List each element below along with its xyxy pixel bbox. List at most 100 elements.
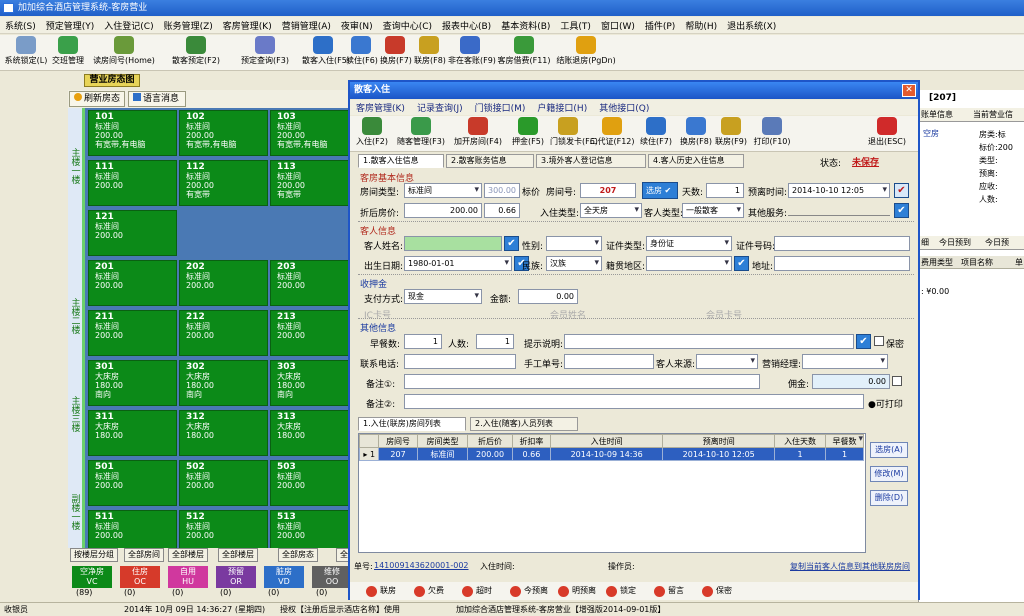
- gender-select[interactable]: [546, 236, 602, 251]
- room-tile[interactable]: 502 标准间 200.00: [179, 460, 268, 506]
- menu-item-11[interactable]: 窗口(W): [596, 17, 640, 34]
- room-tile[interactable]: 113 标准间 200.00 有宽带: [270, 160, 348, 206]
- voice-message-button[interactable]: 语言消息: [128, 91, 186, 107]
- room-tile[interactable]: 303 大床房 180.00 南向: [270, 360, 348, 406]
- remark2-input[interactable]: [404, 394, 864, 409]
- menu-item-3[interactable]: 账务管理(Z): [159, 17, 218, 34]
- room-tile[interactable]: 102 标准间 200.00 有宽带,有电脑: [179, 110, 268, 156]
- menu-item-4[interactable]: 客房管理(K): [218, 17, 277, 34]
- room-no-field[interactable]: 207: [580, 183, 636, 198]
- menu-item-6[interactable]: 夜审(N): [336, 17, 378, 34]
- refresh-room-status-button[interactable]: 刷新房态: [69, 91, 125, 107]
- modify-button[interactable]: 修改(M): [870, 466, 908, 482]
- amount-input[interactable]: 0.00: [518, 289, 578, 304]
- guest-type-select[interactable]: 一般散客: [682, 203, 744, 218]
- legend-item[interactable]: 自用 HU: [168, 566, 208, 588]
- menu-item-8[interactable]: 报表中心(B): [437, 17, 496, 34]
- menu-item-2[interactable]: 入住登记(C): [99, 17, 158, 34]
- toolbar-button-8[interactable]: 联房(F8): [414, 36, 446, 70]
- room-tile[interactable]: 312 大床房 180.00: [179, 410, 268, 456]
- room-tile[interactable]: 211 标准间 200.00: [88, 310, 177, 356]
- delete-button[interactable]: 删除(D): [870, 490, 908, 506]
- bottom-flag-3[interactable]: 今预离: [510, 584, 548, 598]
- dialog-toolbar-button-0[interactable]: 入住(F2): [352, 117, 392, 151]
- room-tile[interactable]: 212 标准间 200.00: [179, 310, 268, 356]
- room-tile[interactable]: 313 大床房 180.00: [270, 410, 348, 456]
- toolbar-button-9[interactable]: 非在客账(F9): [448, 36, 496, 70]
- room-tile[interactable]: 201 标准间 200.00: [88, 260, 177, 306]
- room-tile[interactable]: 501 标准间 200.00: [88, 460, 177, 506]
- list-tab-1[interactable]: 2.入住(随客)人员列表: [470, 417, 578, 431]
- discount-rate-field[interactable]: 0.66: [484, 203, 520, 218]
- select-room-button[interactable]: 选房 ✔: [642, 182, 678, 199]
- dialog-toolbar-button-2[interactable]: 加开房间(F4): [450, 117, 506, 151]
- dialog-close-button[interactable]: ✕: [902, 84, 916, 97]
- other-service-button[interactable]: ✔: [894, 203, 909, 218]
- dialog-menu-item-3[interactable]: 户籍接口(H): [531, 100, 593, 115]
- dialog-toolbar-button-10[interactable]: 退出(ESC): [862, 117, 912, 151]
- room-tile[interactable]: 503 标准间 200.00: [270, 460, 348, 506]
- discount-price-field[interactable]: 200.00: [404, 203, 482, 218]
- breakfast-stepper[interactable]: 1: [404, 334, 442, 349]
- dialog-toolbar-button-1[interactable]: 随客管理(F3): [394, 117, 448, 151]
- legend-item[interactable]: 预留 OR: [216, 566, 256, 588]
- commission-input[interactable]: 0.00: [812, 374, 890, 389]
- dialog-toolbar-button-8[interactable]: 联房(F9): [714, 117, 748, 151]
- copy-guest-link[interactable]: 复制当前客人信息到其他联房房间: [790, 561, 910, 572]
- tips-button[interactable]: ✔: [856, 334, 871, 349]
- toolbar-button-10[interactable]: 客房借费(F11): [496, 36, 552, 70]
- toolbar-button-0[interactable]: 系统锁定(L): [4, 36, 48, 70]
- commission-checkbox[interactable]: [892, 376, 902, 386]
- sales-manager-select[interactable]: [802, 354, 888, 369]
- toolbar-button-6[interactable]: 续住(F6): [346, 36, 378, 70]
- toolbar-button-3[interactable]: 散客预定(F2): [164, 36, 228, 70]
- room-tile[interactable]: 511 标准间 200.00: [88, 510, 177, 548]
- toolbar-button-1[interactable]: 交班管理: [48, 36, 88, 70]
- payment-method-select[interactable]: 现金: [404, 289, 482, 304]
- room-tile[interactable]: 121 标准间 200.00: [88, 210, 177, 256]
- toolbar-button-4[interactable]: 预定查询(F3): [232, 36, 298, 70]
- room-tile[interactable]: 202 标准间 200.00: [179, 260, 268, 306]
- address-input[interactable]: [774, 256, 910, 271]
- toolbar-button-2[interactable]: 读房间号(Home): [90, 36, 158, 70]
- room-grid-tab-0[interactable]: 按楼层分组: [70, 548, 118, 562]
- bottom-flag-7[interactable]: 保密: [702, 584, 732, 598]
- bottom-flag-6[interactable]: 留言: [654, 584, 684, 598]
- dialog-menu-item-1[interactable]: 记录查询(J): [411, 100, 469, 115]
- room-grid-tab-4[interactable]: 全部房态: [278, 548, 318, 562]
- tips-input[interactable]: [564, 334, 854, 349]
- origin-button[interactable]: ✔: [734, 256, 749, 271]
- menu-item-10[interactable]: 工具(T): [555, 17, 596, 34]
- id-type-select[interactable]: 身份证: [646, 236, 732, 251]
- bottom-flag-2[interactable]: 超时: [462, 584, 492, 598]
- dialog-tab-0[interactable]: 1.散客入住信息: [358, 154, 444, 168]
- room-tile[interactable]: 103 标准间 200.00 有宽带,有电脑: [270, 110, 348, 156]
- guest-source-select[interactable]: [696, 354, 758, 369]
- tab-today-arrival[interactable]: 今日预到: [939, 237, 971, 248]
- leave-time-field[interactable]: 2014-10-10 12:05: [788, 183, 890, 198]
- room-tile[interactable]: 311 大床房 180.00: [88, 410, 177, 456]
- origin-select[interactable]: [646, 256, 732, 271]
- legend-item[interactable]: 住房 OC: [120, 566, 160, 588]
- checkin-type-select[interactable]: 全天房: [580, 203, 642, 218]
- legend-item[interactable]: 维修 OO: [312, 566, 352, 588]
- menu-item-13[interactable]: 帮助(H): [680, 17, 722, 34]
- guest-name-input[interactable]: [404, 236, 502, 251]
- dialog-menu-item-2[interactable]: 门锁接口(M): [469, 100, 532, 115]
- other-service-field[interactable]: [788, 215, 890, 216]
- tab-current-business[interactable]: 当前营业信: [973, 109, 1013, 120]
- tab-bill-info[interactable]: 账单信息: [921, 109, 953, 120]
- room-tile[interactable]: 213 标准间 200.00: [270, 310, 348, 356]
- guest-name-button[interactable]: ✔: [504, 236, 519, 251]
- manual-no-input[interactable]: [564, 354, 654, 369]
- id-number-input[interactable]: [774, 236, 910, 251]
- bottom-flag-0[interactable]: 联房: [366, 584, 396, 598]
- menu-item-0[interactable]: 系统(S): [0, 17, 41, 34]
- list-tab-0[interactable]: 1.入住(联房)房间列表: [358, 417, 466, 431]
- nation-select[interactable]: 汉族: [546, 256, 602, 271]
- room-grid-tab-1[interactable]: 全部房间: [124, 548, 164, 562]
- room-grid-tab-3[interactable]: 全部楼层: [218, 548, 258, 562]
- dialog-tab-1[interactable]: 2.散客账务信息: [446, 154, 534, 168]
- room-tile[interactable]: 111 标准间 200.00: [88, 160, 177, 206]
- bottom-flag-4[interactable]: 明预离: [558, 584, 596, 598]
